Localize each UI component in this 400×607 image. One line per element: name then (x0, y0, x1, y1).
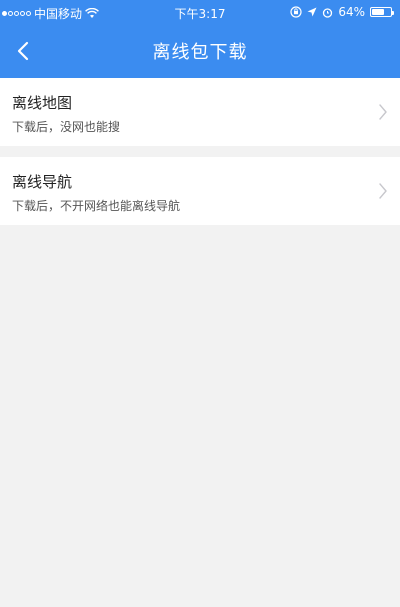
offline-map-section: 离线地图 下载后，没网也能搜 (0, 78, 400, 146)
location-arrow-icon (307, 7, 317, 17)
chevron-right-icon (379, 104, 387, 120)
battery-icon (370, 7, 394, 17)
app-header: 中国移动 下午3:17 64% 离线包下载 (0, 0, 400, 78)
status-right: 64% (290, 5, 394, 19)
offline-map-item[interactable]: 离线地图 下载后，没网也能搜 (0, 78, 400, 146)
offline-nav-title: 离线导航 (12, 173, 73, 191)
offline-nav-section: 离线导航 下载后，不开网络也能离线导航 (0, 157, 400, 225)
offline-map-title: 离线地图 (12, 94, 73, 112)
battery-percent: 64% (338, 5, 365, 19)
offline-nav-subtitle: 下载后，不开网络也能离线导航 (12, 199, 181, 213)
nav-bar: 离线包下载 (0, 24, 400, 78)
offline-map-subtitle: 下载后，没网也能搜 (12, 120, 121, 134)
chevron-right-icon (379, 183, 387, 199)
offline-nav-item[interactable]: 离线导航 下载后，不开网络也能离线导航 (0, 157, 400, 225)
battery-fill (372, 9, 384, 15)
status-bar: 中国移动 下午3:17 64% (0, 0, 400, 24)
orientation-lock-icon (290, 6, 302, 18)
page-title: 离线包下载 (152, 42, 248, 63)
alarm-icon (323, 7, 333, 18)
